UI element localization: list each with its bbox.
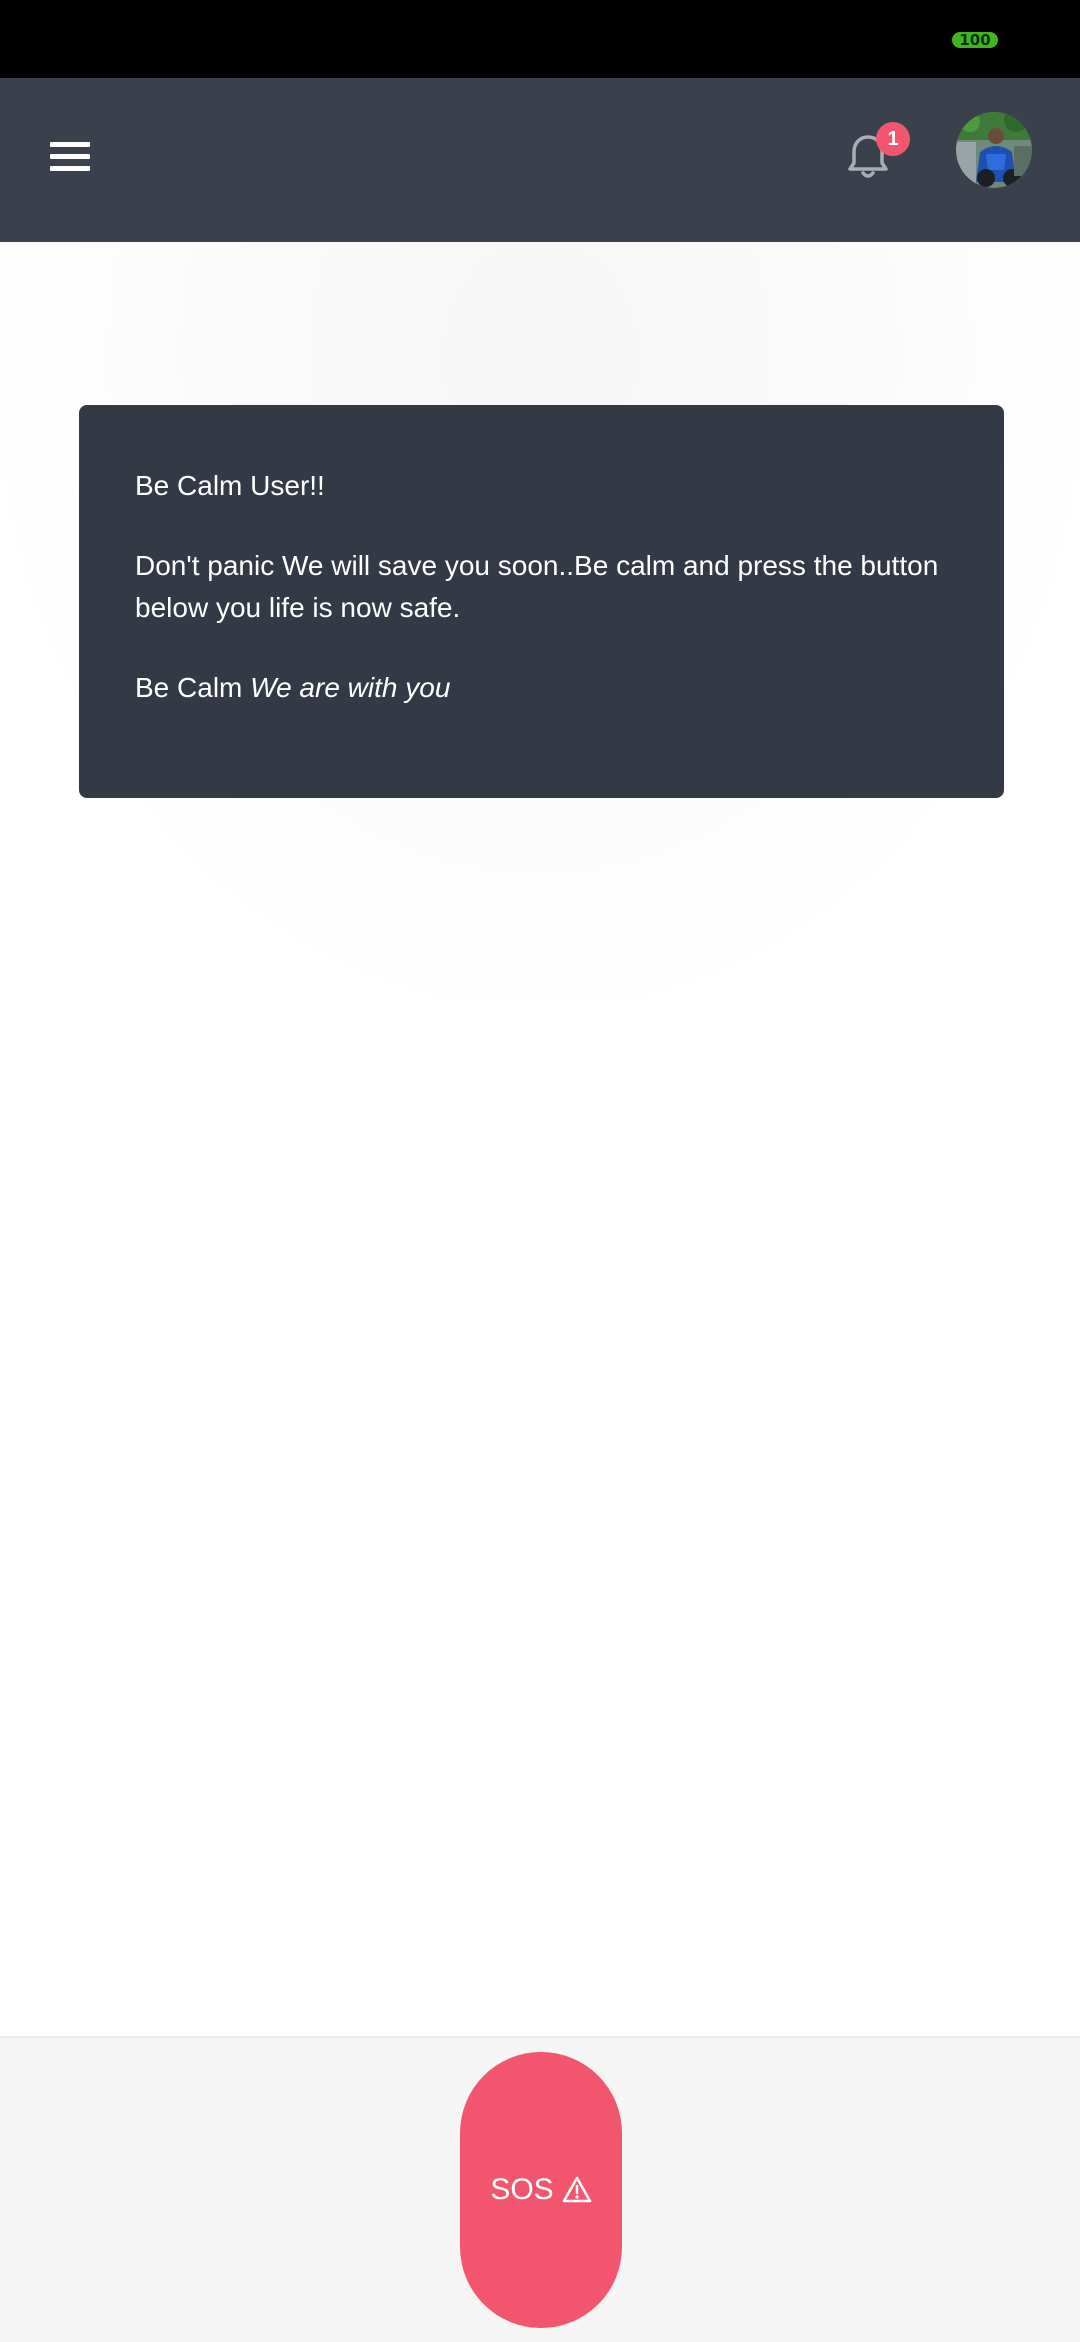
notification-button[interactable]: 1 xyxy=(846,122,910,190)
greeting-text: Be Calm User!! xyxy=(135,470,325,501)
battery-indicator: 100 xyxy=(952,32,998,48)
sos-label: SOS xyxy=(490,2173,554,2206)
closing-plain: Be Calm xyxy=(135,672,243,703)
app-bar: 1 xyxy=(0,78,1080,242)
status-bar: 100 xyxy=(0,0,1080,78)
hamburger-menu-icon[interactable] xyxy=(44,136,92,176)
closing-italic: We are with you xyxy=(250,672,451,703)
user-avatar[interactable] xyxy=(956,112,1032,188)
message-card: Be Calm User!! Don't panic We will save … xyxy=(79,405,1004,798)
reassurance-text: Don't panic We will save you soon..Be ca… xyxy=(135,550,939,623)
sos-button[interactable]: SOS xyxy=(460,2052,622,2328)
notification-badge: 1 xyxy=(876,122,910,156)
warning-triangle-icon xyxy=(562,2176,591,2203)
closing-text: Be Calm We are with you xyxy=(135,667,948,709)
